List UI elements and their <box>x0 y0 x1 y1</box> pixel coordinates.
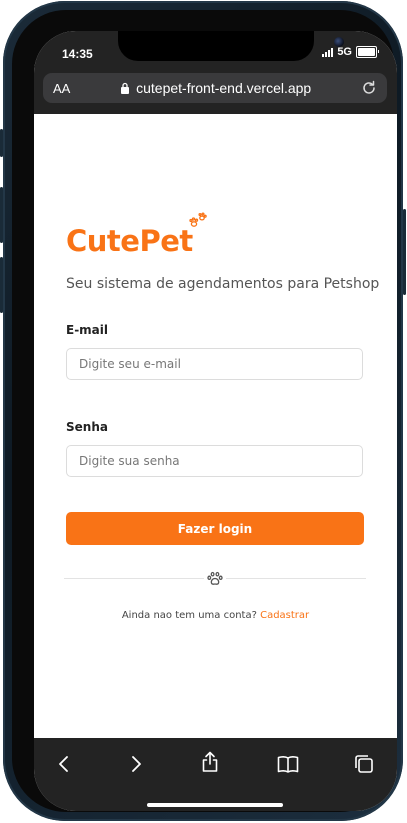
email-label: E-mail <box>66 323 109 337</box>
signup-prompt: Ainda nao tem uma conta? <box>121 610 257 621</box>
reload-icon[interactable] <box>361 80 377 96</box>
brand-name: CutePet <box>66 224 193 258</box>
volume-up-button <box>0 187 3 243</box>
address-bar[interactable]: AA cutepet-front-end.vercel.app <box>43 73 387 103</box>
volume-down-button <box>0 257 3 313</box>
power-button <box>403 209 406 295</box>
bookmarks-icon[interactable] <box>276 752 300 776</box>
battery-icon <box>356 46 379 58</box>
lock-icon <box>121 82 130 94</box>
phone-frame: 14:35 5G AA cutepet-front-end.vercel.app… <box>0 1 406 821</box>
notch <box>118 31 344 61</box>
login-button[interactable]: Fazer login <box>66 512 364 545</box>
text-size-button[interactable]: AA <box>53 81 70 96</box>
home-indicator <box>147 803 283 807</box>
url-text: cutepet-front-end.vercel.app <box>136 80 312 96</box>
password-field[interactable] <box>66 445 363 477</box>
browser-top-chrome: 14:35 5G AA cutepet-front-end.vercel.app <box>34 31 397 114</box>
divider-paw <box>204 568 226 588</box>
url-display[interactable]: cutepet-front-end.vercel.app <box>70 80 361 96</box>
tabs-icon[interactable] <box>352 752 376 776</box>
email-field[interactable] <box>66 348 363 380</box>
forward-icon[interactable] <box>124 752 148 776</box>
back-icon[interactable] <box>52 752 76 776</box>
paw-icon <box>207 571 223 585</box>
share-icon[interactable] <box>198 750 222 774</box>
network-type: 5G <box>337 46 352 58</box>
paws-icon <box>189 212 207 227</box>
login-page: CutePet Seu sistema de agendamentos para… <box>34 114 397 738</box>
signup-row: Ainda nao tem uma conta? Cadastrar <box>34 610 397 621</box>
bezel: 14:35 5G AA cutepet-front-end.vercel.app… <box>12 10 397 812</box>
browser-toolbar <box>34 738 397 811</box>
signup-link[interactable]: Cadastrar <box>260 610 309 621</box>
status-time: 14:35 <box>62 47 93 61</box>
screen: 14:35 5G AA cutepet-front-end.vercel.app… <box>34 31 397 811</box>
brand-logo: CutePet <box>66 212 207 258</box>
mute-switch <box>0 129 3 157</box>
signal-icon <box>322 47 334 57</box>
status-indicators: 5G <box>322 46 379 58</box>
password-label: Senha <box>66 420 108 434</box>
tagline: Seu sistema de agendamentos para Petshop <box>66 276 380 292</box>
